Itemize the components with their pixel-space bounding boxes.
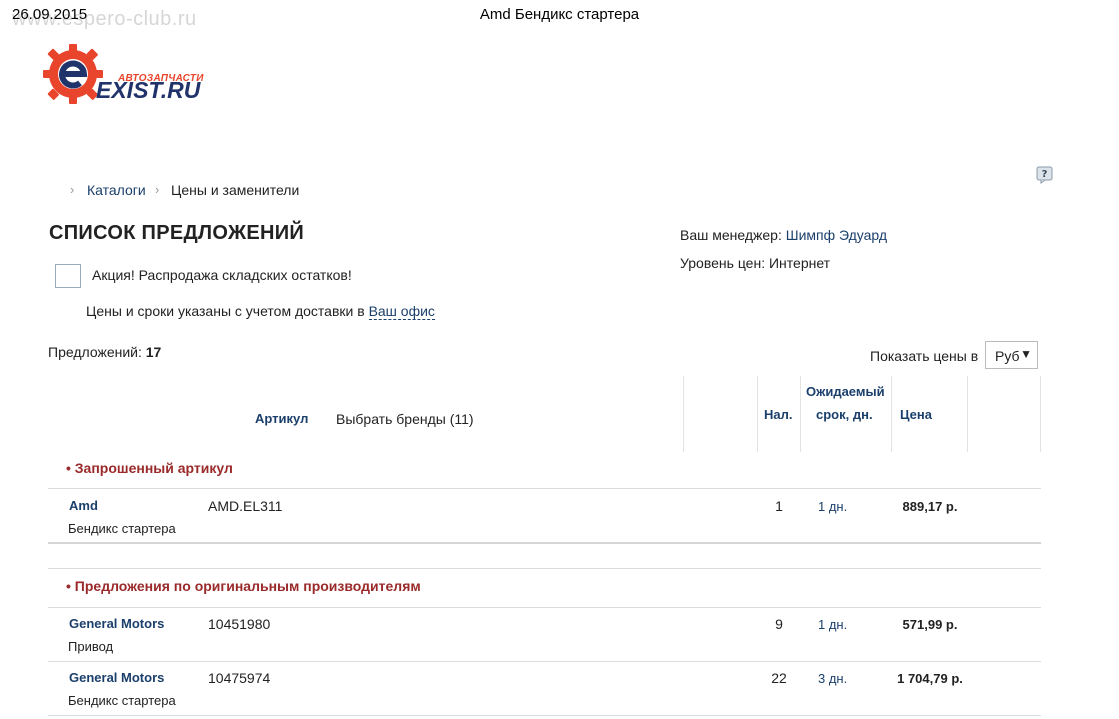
- svg-text:?: ?: [1042, 169, 1048, 180]
- brand-filter-button[interactable]: Выбрать бренды (11): [336, 411, 474, 427]
- row-brand[interactable]: General Motors: [69, 670, 164, 685]
- column-header-expected-2[interactable]: срок, дн.: [816, 407, 873, 422]
- row-divider: [48, 607, 1041, 608]
- breadcrumb-current: Цены и заменители: [171, 182, 300, 198]
- breadcrumb-catalogs[interactable]: Каталоги: [87, 182, 146, 198]
- row-description: Бендикс стартера: [68, 521, 176, 536]
- row-divider: [48, 488, 1041, 489]
- row-price: 571,99 р.: [902, 617, 958, 632]
- column-divider: [757, 376, 758, 452]
- logo-name: EXIST.RU: [96, 77, 201, 103]
- exist-logo[interactable]: АВТОЗАПЧАСТИ EXIST.RU: [40, 40, 210, 110]
- row-stock: 22: [771, 670, 787, 686]
- row-stock: 1: [775, 498, 783, 514]
- row-divider: [48, 715, 1041, 716]
- row-article: 10475974: [208, 670, 271, 686]
- price-level-label: Уровень цен:: [680, 255, 766, 271]
- row-days[interactable]: 1 дн.: [818, 617, 847, 632]
- column-header-stock[interactable]: Нал.: [764, 407, 793, 422]
- chevron-right-icon: ›: [70, 182, 75, 197]
- row-description: Привод: [68, 639, 114, 654]
- row-brand[interactable]: Amd: [69, 498, 98, 513]
- promo-label: Акция! Распродажа складских остатков!: [92, 267, 352, 283]
- help-icon[interactable]: ?: [1036, 166, 1054, 184]
- column-divider: [683, 376, 684, 452]
- row-price: 1 704,79 р.: [897, 671, 963, 686]
- delivery-note: Цены и сроки указаны с учетом доставки в…: [86, 303, 435, 320]
- promo-checkbox[interactable]: [55, 264, 81, 288]
- currency-label: Показать цены в: [870, 348, 979, 364]
- print-title: Amd Бендикс стартера: [479, 6, 640, 23]
- row-price: 889,17 р.: [902, 499, 958, 514]
- offers-number: 17: [145, 344, 162, 360]
- price-level-value: Интернет: [768, 255, 831, 271]
- offers-count: Предложений: 17: [48, 344, 161, 360]
- column-divider: [1040, 376, 1041, 452]
- delivery-text: Цены и сроки указаны с учетом доставки в: [86, 303, 365, 319]
- column-header-article[interactable]: Артикул: [255, 411, 308, 426]
- section-title: • Запрошенный артикул: [66, 460, 233, 476]
- row-days[interactable]: 3 дн.: [818, 671, 847, 686]
- row-brand[interactable]: General Motors: [69, 616, 164, 631]
- column-divider: [967, 376, 968, 452]
- section-divider: [48, 568, 1041, 569]
- row-description: Бендикс стартера: [68, 693, 176, 708]
- manager-info: Ваш менеджер: Шимпф Эдуард: [680, 227, 887, 243]
- row-days[interactable]: 1 дн.: [818, 499, 847, 514]
- row-divider: [48, 661, 1041, 662]
- row-article: AMD.EL311: [208, 498, 283, 514]
- page-title: СПИСОК ПРЕДЛОЖЕНИЙ: [49, 222, 305, 244]
- chevron-right-icon: ›: [155, 182, 160, 197]
- price-level-info: Уровень цен: Интернет: [680, 255, 830, 271]
- row-divider: [48, 542, 1041, 544]
- column-divider: [800, 376, 801, 452]
- column-header-price[interactable]: Цена: [900, 407, 932, 422]
- row-article: 10451980: [208, 616, 271, 632]
- manager-name-link[interactable]: Шимпф Эдуард: [786, 227, 887, 243]
- currency-value: Руб: [995, 348, 1020, 364]
- offers-label: Предложений:: [48, 344, 142, 360]
- column-divider: [891, 376, 892, 452]
- row-stock: 9: [775, 616, 783, 632]
- dropdown-arrow-icon: ▼: [1020, 347, 1032, 361]
- column-header-expected-1[interactable]: Ожидаемый: [806, 384, 885, 399]
- section-title: • Предложения по оригинальным производит…: [66, 578, 421, 594]
- currency-select[interactable]: Руб ▼: [985, 341, 1038, 369]
- manager-label: Ваш менеджер:: [680, 227, 782, 243]
- office-link[interactable]: Ваш офис: [368, 303, 435, 320]
